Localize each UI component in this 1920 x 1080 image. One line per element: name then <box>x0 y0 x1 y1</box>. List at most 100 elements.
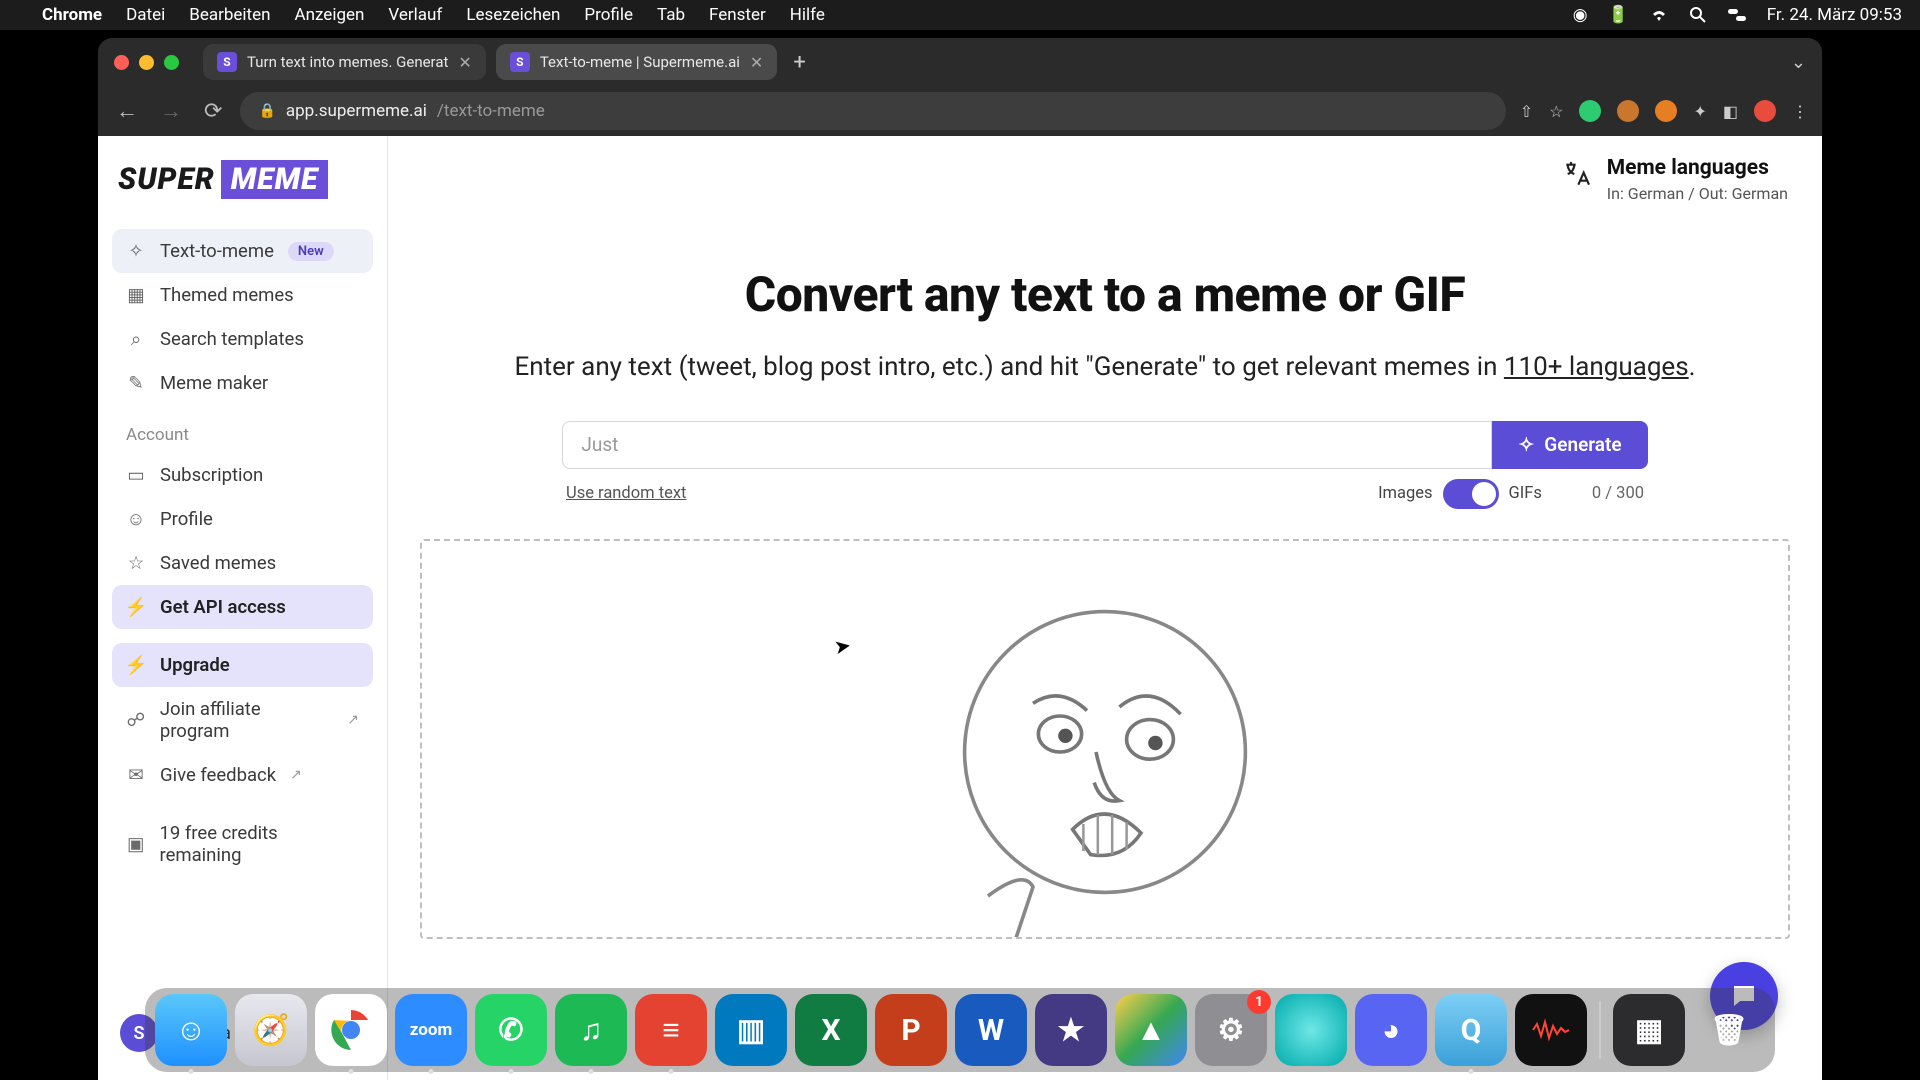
tab-close-icon[interactable]: ✕ <box>750 53 763 72</box>
record-icon[interactable]: ◉ <box>1573 5 1588 25</box>
share-icon[interactable]: ⇧ <box>1520 102 1533 121</box>
dock-safari[interactable]: 🧭 <box>235 994 307 1066</box>
dock-voice-memos[interactable] <box>1515 994 1587 1066</box>
sidebar-item-subscription[interactable]: ▭ Subscription <box>112 453 373 497</box>
dock-trello[interactable]: ▥ <box>715 994 787 1066</box>
subtitle-text: Enter any text (tweet, blog post intro, … <box>514 352 1503 382</box>
dock-mission-control[interactable]: ▦ <box>1613 994 1685 1066</box>
tab-close-icon[interactable]: ✕ <box>458 53 471 72</box>
lang-title: Meme languages <box>1607 156 1788 180</box>
menu-profile[interactable]: Profile <box>584 5 633 25</box>
menu-hilfe[interactable]: Hilfe <box>790 5 825 25</box>
reload-button[interactable]: ⟳ <box>200 95 226 128</box>
dock-todoist[interactable]: ≡ <box>635 994 707 1066</box>
generate-button[interactable]: ✧ Generate <box>1492 421 1647 469</box>
sidebar-item-label: Join affiliate program <box>160 698 333 742</box>
random-text-link[interactable]: Use random text <box>566 484 686 503</box>
url-input[interactable]: 🔒 app.supermeme.ai/text-to-meme <box>240 92 1505 130</box>
sidebar-item-label: Get API access <box>160 596 286 618</box>
address-bar: ← → ⟳ 🔒 app.supermeme.ai/text-to-meme ⇧ … <box>98 86 1822 136</box>
bookmark-icon[interactable]: ☆ <box>1549 102 1563 121</box>
tab-1[interactable]: S Turn text into memes. Generat ✕ <box>203 44 486 80</box>
app-logo[interactable]: SUPER MEME <box>118 160 367 199</box>
user-icon: ☺ <box>126 508 146 530</box>
extensions-icon[interactable]: ✦ <box>1693 102 1706 121</box>
tab-favicon: S <box>217 52 237 72</box>
sidebar: SUPER MEME ✧ Text-to-meme New ▦ Themed m… <box>98 136 388 1080</box>
dock-trash[interactable]: 🗑 <box>1693 994 1765 1066</box>
minimize-window-button[interactable] <box>139 55 154 70</box>
dock-word[interactable]: W <box>955 994 1027 1066</box>
macos-dock: ☺ 🧭 zoom ✆ ♫ ≡ ▥ X P W ★ ▲ ⚙1 ◕ Q ▦ 🗑 <box>145 988 1775 1072</box>
dock-powerpoint[interactable]: P <box>875 994 947 1066</box>
output-type-toggle[interactable] <box>1443 479 1499 509</box>
profile-avatar-icon[interactable] <box>1754 100 1776 122</box>
dock-imovie[interactable]: ★ <box>1035 994 1107 1066</box>
browser-window: S Turn text into memes. Generat ✕ S Text… <box>98 38 1822 1080</box>
dock-spotify[interactable]: ♫ <box>555 994 627 1066</box>
sidepanel-icon[interactable]: ◧ <box>1723 102 1738 121</box>
battery-icon[interactable]: 🔋 <box>1608 5 1629 25</box>
menu-verlauf[interactable]: Verlauf <box>388 5 442 25</box>
menu-anzeigen[interactable]: Anzeigen <box>295 5 365 25</box>
dock-discord[interactable]: ◕ <box>1355 994 1427 1066</box>
dock-quicktime[interactable]: Q <box>1435 994 1507 1066</box>
dock-chrome[interactable] <box>315 994 387 1066</box>
tab-title: Text-to-meme | Supermeme.ai <box>540 53 740 71</box>
fullscreen-window-button[interactable] <box>164 55 179 70</box>
wifi-icon[interactable] <box>1649 7 1669 23</box>
meme-placeholder-image <box>925 581 1285 939</box>
translate-icon <box>1561 156 1593 198</box>
sidebar-item-affiliate[interactable]: ☍ Join affiliate program ↗ <box>112 687 373 753</box>
meme-text-input[interactable] <box>562 421 1492 469</box>
card-icon: ▭ <box>126 464 146 486</box>
menu-tab[interactable]: Tab <box>657 5 685 25</box>
dock-zoom[interactable]: zoom <box>395 994 467 1066</box>
sidebar-item-text-to-meme[interactable]: ✧ Text-to-meme New <box>112 229 373 273</box>
new-tab-button[interactable]: + <box>787 50 811 75</box>
sidebar-item-api[interactable]: ⚡ Get API access <box>112 585 373 629</box>
sidebar-item-profile[interactable]: ☺ Profile <box>112 497 373 541</box>
menu-fenster[interactable]: Fenster <box>709 5 766 25</box>
sidebar-item-search[interactable]: ⌕ Search templates <box>112 317 373 361</box>
dock-siri[interactable] <box>1275 994 1347 1066</box>
extension-icon[interactable] <box>1655 100 1677 122</box>
menubar-clock[interactable]: Fr. 24. März 09:53 <box>1767 5 1902 25</box>
kebab-menu-icon[interactable]: ⋮ <box>1792 102 1808 121</box>
forward-button[interactable]: → <box>156 94 186 128</box>
meme-languages-widget[interactable]: Meme languages In: German / Out: German <box>1561 156 1788 203</box>
extension-icon[interactable] <box>1617 100 1639 122</box>
link-icon: ☍ <box>126 709 146 731</box>
sidebar-item-maker[interactable]: ✎ Meme maker <box>112 361 373 405</box>
extension-icon[interactable] <box>1579 100 1601 122</box>
dock-google-drive[interactable]: ▲ <box>1115 994 1187 1066</box>
sidebar-item-feedback[interactable]: ✉ Give feedback ↗ <box>112 753 373 797</box>
spotlight-icon[interactable] <box>1689 6 1707 24</box>
sidebar-item-label: Profile <box>160 508 213 530</box>
url-path: /text-to-meme <box>437 101 545 121</box>
menu-bearbeiten[interactable]: Bearbeiten <box>189 5 270 25</box>
menu-lesezeichen[interactable]: Lesezeichen <box>466 5 560 25</box>
dock-settings[interactable]: ⚙1 <box>1195 994 1267 1066</box>
close-window-button[interactable] <box>114 55 129 70</box>
menubar-app[interactable]: Chrome <box>42 5 102 25</box>
bolt-icon: ⚡ <box>126 654 146 676</box>
languages-link[interactable]: 110+ languages <box>1504 352 1689 382</box>
sidebar-item-label: Upgrade <box>160 654 230 676</box>
generate-label: Generate <box>1544 433 1621 456</box>
dock-whatsapp[interactable]: ✆ <box>475 994 547 1066</box>
tabs-overflow-icon[interactable]: ⌄ <box>1791 52 1806 73</box>
chat-icon: ✉ <box>126 764 146 786</box>
tab-2[interactable]: S Text-to-meme | Supermeme.ai ✕ <box>496 44 777 80</box>
back-button[interactable]: ← <box>112 94 142 128</box>
sidebar-item-themed[interactable]: ▦ Themed memes <box>112 273 373 317</box>
dock-excel[interactable]: X <box>795 994 867 1066</box>
sidebar-item-saved[interactable]: ☆ Saved memes <box>112 541 373 585</box>
sidebar-item-label: Meme maker <box>160 372 268 394</box>
menu-datei[interactable]: Datei <box>126 5 165 25</box>
main-content: Meme languages In: German / Out: German … <box>388 136 1822 1080</box>
sparkle-icon: ✧ <box>126 240 146 262</box>
sidebar-item-upgrade[interactable]: ⚡ Upgrade <box>112 643 373 687</box>
control-center-icon[interactable] <box>1727 7 1747 23</box>
dock-finder[interactable]: ☺ <box>155 994 227 1066</box>
